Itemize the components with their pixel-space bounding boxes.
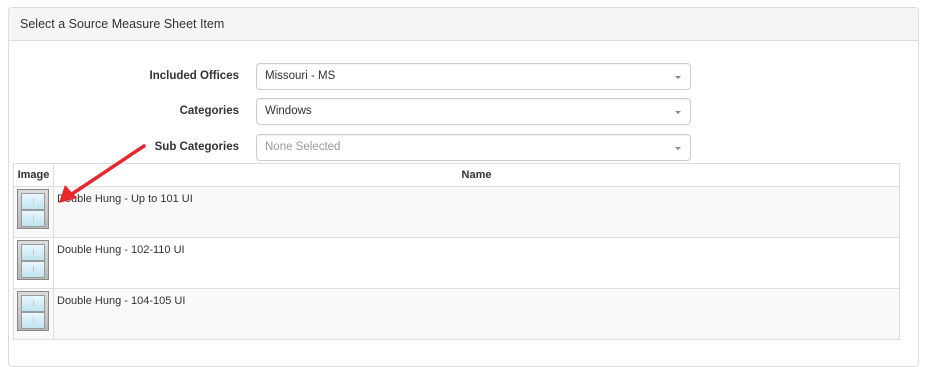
table-row[interactable]: Double Hung - 104-105 UI — [13, 288, 900, 340]
chevron-down-icon — [675, 111, 681, 114]
table-header-row: Image Name — [13, 163, 900, 187]
window-top-pane — [21, 193, 45, 210]
categories-select[interactable]: Windows — [256, 98, 691, 125]
image-cell — [13, 288, 54, 340]
image-cell — [13, 186, 54, 238]
name-column-header: Name — [53, 163, 900, 187]
window-icon[interactable] — [17, 189, 49, 229]
sub-categories-label: Sub Categories — [154, 141, 239, 153]
included-offices-value: Missouri - MS — [265, 70, 336, 82]
name-cell: Double Hung - 104-105 UI — [53, 288, 900, 340]
included-offices-select[interactable]: Missouri - MS — [256, 63, 691, 90]
sub-categories-placeholder: None Selected — [265, 141, 341, 153]
name-cell: Double Hung - 102-110 UI — [53, 237, 900, 289]
window-bottom-pane — [21, 312, 45, 329]
sub-categories-select[interactable]: None Selected — [256, 134, 691, 161]
included-offices-row: Included Offices Missouri - MS — [0, 63, 911, 91]
item-name[interactable]: Double Hung - 102-110 UI — [54, 238, 899, 256]
window-top-pane — [21, 295, 45, 312]
panel-title: Select a Source Measure Sheet Item — [9, 8, 918, 41]
name-cell: Double Hung - Up to 101 UI — [53, 186, 900, 238]
window-icon[interactable] — [17, 240, 49, 280]
window-bottom-pane — [21, 210, 45, 227]
item-name[interactable]: Double Hung - 104-105 UI — [54, 289, 899, 307]
measure-items-table: Image Name Double Hung - Up to 101 UI Do… — [13, 163, 900, 340]
chevron-down-icon — [675, 147, 681, 150]
chevron-down-icon — [675, 76, 681, 79]
item-name[interactable]: Double Hung - Up to 101 UI — [54, 187, 899, 205]
sub-categories-row: Sub Categories None Selected — [0, 134, 911, 162]
window-icon[interactable] — [17, 291, 49, 331]
categories-row: Categories Windows — [0, 98, 911, 126]
categories-label: Categories — [179, 105, 239, 117]
image-cell — [13, 237, 54, 289]
table-row[interactable]: Double Hung - 102-110 UI — [13, 237, 900, 289]
window-top-pane — [21, 244, 45, 261]
window-bottom-pane — [21, 261, 45, 278]
included-offices-label: Included Offices — [149, 70, 239, 82]
table-row[interactable]: Double Hung - Up to 101 UI — [13, 186, 900, 238]
image-column-header: Image — [13, 163, 54, 187]
categories-value: Windows — [265, 105, 312, 117]
